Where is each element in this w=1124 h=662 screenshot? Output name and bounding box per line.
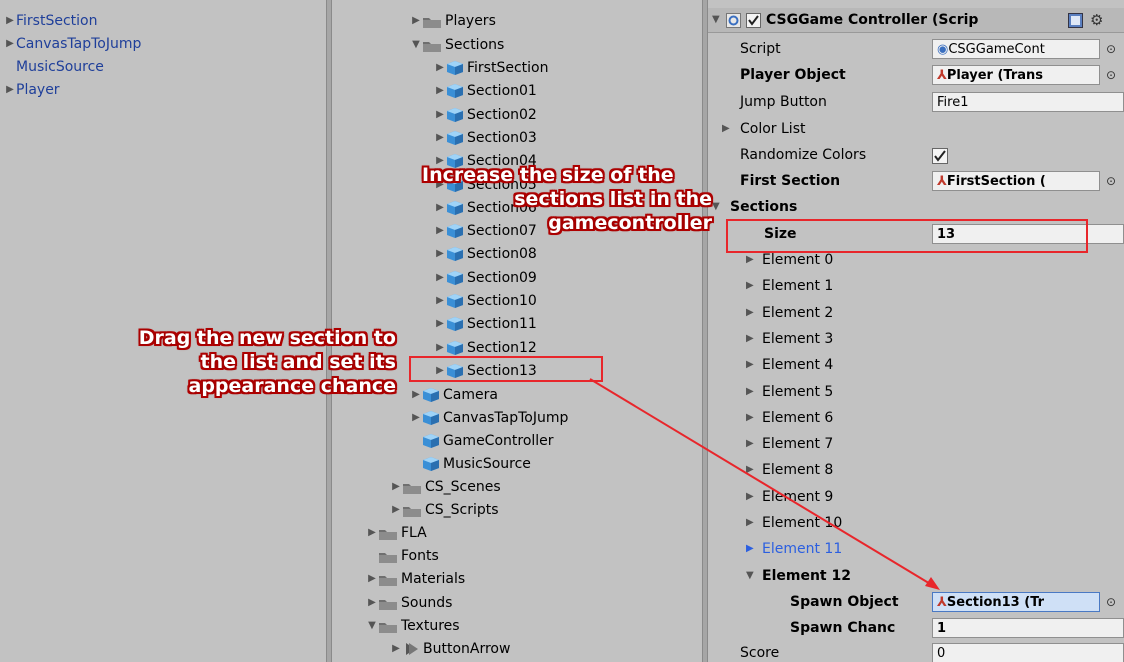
annotation-line: appearance chance <box>188 375 397 397</box>
annotation-line: Increase the size of the <box>422 164 674 186</box>
annotation-line: gamecontroller <box>548 212 712 234</box>
annotation-drag-section: Drag the new section to the list and set… <box>100 326 396 398</box>
annotation-line: the list and set its <box>200 351 396 373</box>
annotation-increase-size: Increase the size of the sections list i… <box>422 163 712 235</box>
annotation-line: sections list in the <box>514 188 712 210</box>
annotation-line: Drag the new section to <box>138 327 396 349</box>
